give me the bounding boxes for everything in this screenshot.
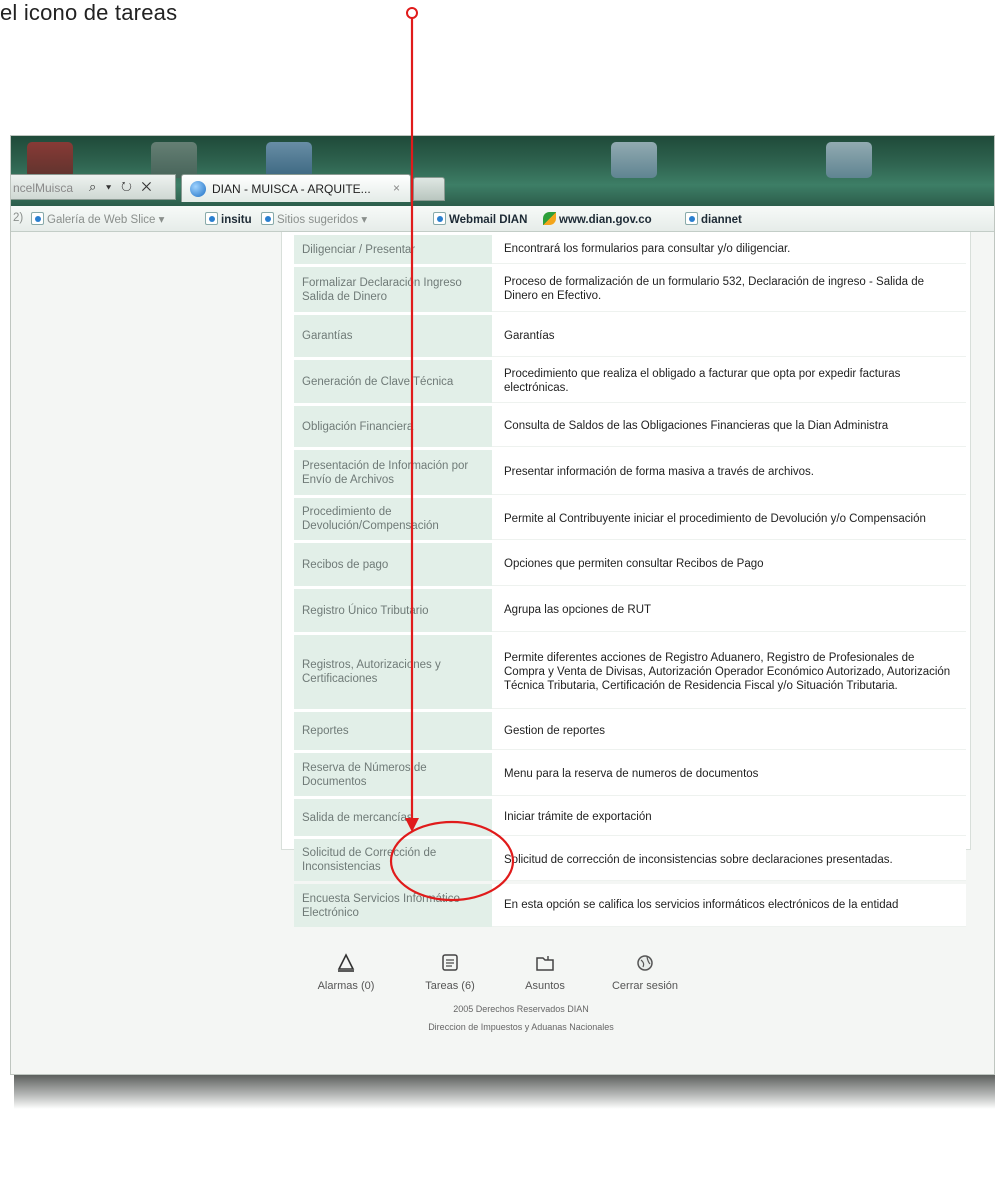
alarms-label[interactable]: Alarmas (0) [311, 980, 381, 992]
option-description: Gestion de reportes [492, 712, 966, 750]
tab-close-icon[interactable]: × [393, 181, 400, 195]
table-row: Registros, Autorizaciones y Certificacio… [294, 635, 966, 709]
option-description: Opciones que permiten consultar Recibos … [492, 543, 966, 586]
entity-name: Direccion de Impuestos y Aduanas Naciona… [428, 1022, 614, 1032]
option-link[interactable]: Diligenciar / Presentar [294, 235, 492, 264]
table-row: Formalizar Declaración Ingreso Salida de… [294, 267, 966, 312]
globe-logout-icon [595, 952, 695, 974]
table-row: Reserva de Números de Documentos Menu par… [294, 753, 966, 796]
annotation-arrow-origin [406, 7, 418, 19]
fav-web-slice-gallery[interactable]: Galería de Web Slice ▾ [31, 212, 164, 226]
option-link[interactable]: Procedimiento de Devolución/Compensación [294, 498, 492, 540]
logout-label[interactable]: Cerrar sesión [595, 980, 695, 992]
taskbar-thumbnail[interactable] [151, 142, 197, 178]
folder-icon [515, 952, 575, 974]
copyright-text: 2005 Derechos Reservados DIAN [453, 1004, 589, 1014]
table-row: Salida de mercancías Iniciar trámite de e… [294, 799, 966, 836]
address-text[interactable]: ncelMuisca [13, 181, 73, 195]
address-bar[interactable]: ncelMuisca ⌕ ▾ ↻ ✕ [11, 174, 176, 200]
fav-webmail-dian[interactable]: Webmail DIAN [433, 212, 527, 226]
alarms-button[interactable]: Alarmas (0) [311, 952, 381, 992]
tasks-button[interactable]: Tareas (6) [415, 952, 485, 992]
taskbar: ncelMuisca ⌕ ▾ ↻ ✕ DIAN - MUISCA - ARQUI… [11, 136, 994, 206]
window-shadow [14, 1075, 995, 1109]
ie-page-icon [261, 212, 274, 225]
option-link[interactable]: Encuesta Servicios Informático Electróni… [294, 884, 492, 927]
fav-diannet[interactable]: diannet [685, 212, 742, 226]
tasks-scroll-icon [415, 952, 485, 974]
table-row: Obligación Financiera Consulta de Saldos … [294, 406, 966, 447]
browser-tab-active[interactable]: DIAN - MUISCA - ARQUITE... × [181, 174, 411, 202]
option-link[interactable]: Formalizar Declaración Ingreso Salida de… [294, 267, 492, 312]
option-description: Presentar información de forma masiva a … [492, 450, 966, 495]
table-row: Diligenciar / Presentar Encontrará los fo… [294, 235, 966, 264]
logout-button[interactable]: Cerrar sesión [595, 952, 695, 992]
table-row: Garantías Garantías [294, 315, 966, 357]
option-link[interactable]: Registros, Autorizaciones y Certificacio… [294, 635, 492, 709]
address-controls[interactable]: ⌕ ▾ ↻ ✕ [89, 179, 154, 195]
table-row: Presentación de Información por Envío de… [294, 450, 966, 495]
ie-page-icon [433, 212, 446, 225]
dian-logo-icon [543, 212, 556, 225]
option-description: Consulta de Saldos de las Obligaciones F… [492, 406, 966, 447]
option-link[interactable]: Garantías [294, 315, 492, 357]
table-row: Solicitud de Corrección de Inconsistenci… [294, 839, 966, 881]
footer-toolbar: Alarmas (0) Tareas (6) Asuntos Cerrar se… [311, 952, 731, 1032]
option-link[interactable]: Obligación Financiera [294, 406, 492, 447]
option-description: Permite al Contribuyente iniciar el proc… [492, 498, 966, 540]
option-link[interactable]: Presentación de Información por Envío de… [294, 450, 492, 495]
option-description: Proceso de formalización de un formulari… [492, 267, 966, 312]
table-row: Generación de Clave Técnica Procedimiento… [294, 360, 966, 403]
ie-page-icon [31, 212, 44, 225]
fav-dian-gov[interactable]: www.dian.gov.co [543, 212, 652, 226]
taskbar-thumbnail[interactable] [611, 142, 657, 178]
browser-window: ncelMuisca ⌕ ▾ ↻ ✕ DIAN - MUISCA - ARQUI… [10, 135, 995, 1075]
taskbar-thumbnail[interactable] [826, 142, 872, 178]
options-table: Diligenciar / Presentar Encontrará los fo… [294, 232, 966, 930]
option-link[interactable]: Generación de Clave Técnica [294, 360, 492, 403]
annotation-caption: el icono de tareas [0, 0, 178, 25]
ie-page-icon [205, 212, 218, 225]
option-description: Agrupa las opciones de RUT [492, 589, 966, 632]
table-row: Reportes Gestion de reportes [294, 712, 966, 750]
option-description: En esta opción se califica los servicios… [492, 884, 966, 927]
matters-button[interactable]: Asuntos [515, 952, 575, 992]
taskbar-thumbnail[interactable] [266, 142, 312, 178]
tasks-label[interactable]: Tareas (6) [415, 980, 485, 992]
option-description: Garantías [492, 315, 966, 357]
bell-icon [311, 952, 381, 974]
favorites-bar: 2) Galería de Web Slice ▾ insitu Sitios … [11, 206, 994, 232]
ie-page-icon [685, 212, 698, 225]
option-link[interactable]: Recibos de pago [294, 543, 492, 586]
option-link[interactable]: Registro Único Tributario [294, 589, 492, 632]
option-link[interactable]: Salida de mercancías [294, 799, 492, 836]
option-description: Solicitud de corrección de inconsistenci… [492, 839, 966, 881]
table-row: Encuesta Servicios Informático Electróni… [294, 884, 966, 927]
new-tab-button[interactable] [413, 177, 445, 201]
fav-suggested-sites[interactable]: Sitios sugeridos ▾ [261, 212, 367, 226]
page-content: Diligenciar / Presentar Encontrará los fo… [11, 232, 994, 1074]
table-row: Procedimiento de Devolución/Compensación… [294, 498, 966, 540]
tab-title[interactable]: DIAN - MUISCA - ARQUITE... [212, 182, 371, 196]
fav-insitu[interactable]: insitu [205, 212, 252, 226]
table-row: Recibos de pago Opciones que permiten con… [294, 543, 966, 586]
taskbar-thumbnail[interactable] [27, 142, 73, 178]
table-row: Registro Único Tributario Agrupa las opci… [294, 589, 966, 632]
option-link[interactable]: Solicitud de Corrección de Inconsistenci… [294, 839, 492, 881]
ie-page-icon [190, 181, 206, 197]
favorites-fragment[interactable]: 2) [13, 212, 23, 224]
option-description: Encontrará los formularios para consulta… [492, 235, 966, 264]
option-description: Menu para la reserva de numeros de docum… [492, 753, 966, 796]
options-panel: Diligenciar / Presentar Encontrará los fo… [281, 232, 971, 927]
option-link[interactable]: Reportes [294, 712, 492, 750]
option-description: Procedimiento que realiza el obligado a … [492, 360, 966, 403]
option-description: Iniciar trámite de exportación [492, 799, 966, 836]
matters-label[interactable]: Asuntos [515, 980, 575, 992]
option-link[interactable]: Reserva de Números de Documentos [294, 753, 492, 796]
option-description: Permite diferentes acciones de Registro … [492, 635, 966, 709]
